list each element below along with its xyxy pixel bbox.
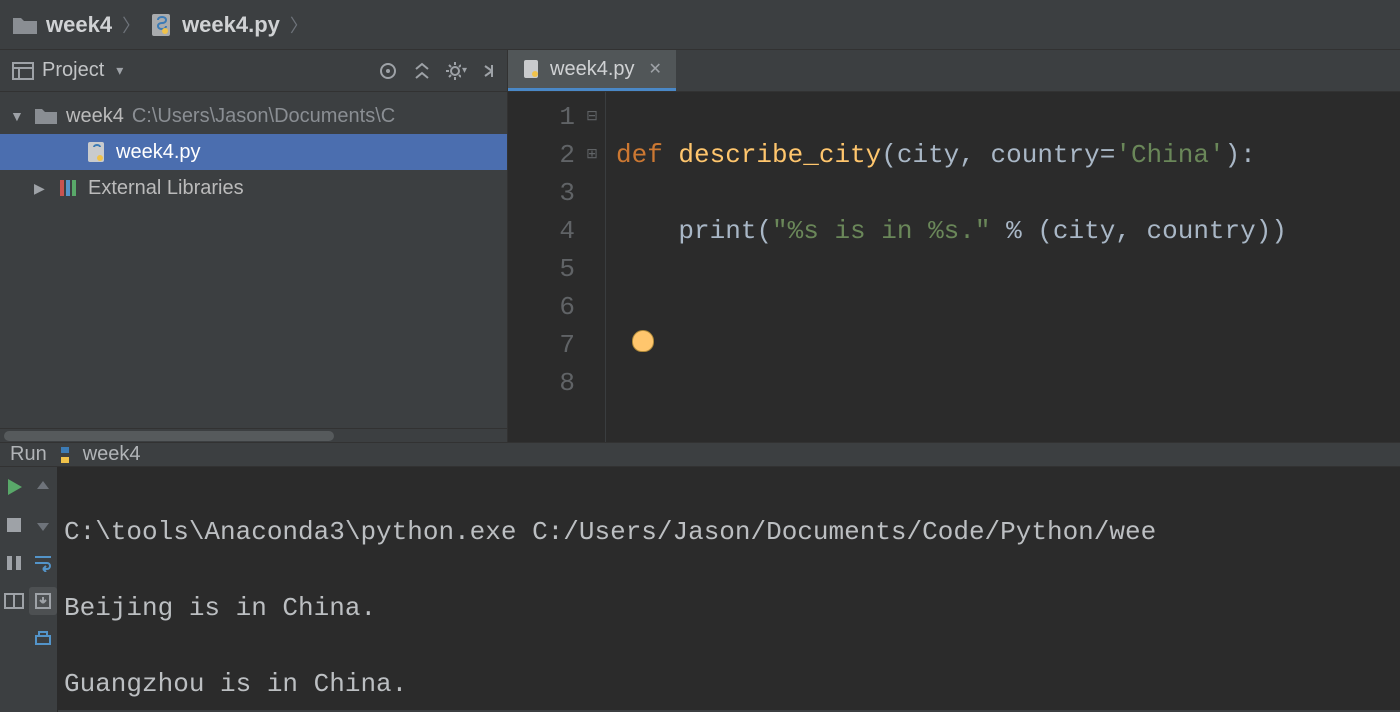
down-stack-icon[interactable] [29, 511, 57, 539]
breadcrumb-file-label: week4.py [182, 12, 280, 38]
editor-area: week4.py ✕ 1 2 3 4 5 6 7 8 ⊟ ⊞ def descr… [508, 50, 1400, 442]
builtin-call: print [678, 216, 756, 246]
folder-icon [12, 14, 38, 36]
layout-button[interactable] [0, 587, 28, 615]
scroll-to-end-icon[interactable] [29, 587, 57, 615]
sidebar-horizontal-scrollbar[interactable] [0, 428, 507, 442]
project-tree: ▼ week4 C:\Users\Jason\Documents\C week4… [0, 92, 507, 212]
pause-button[interactable] [0, 549, 28, 577]
project-sidebar-title: Project [42, 59, 104, 82]
keyword: def [616, 140, 663, 170]
string: 'China' [1115, 140, 1224, 170]
paren: ( [881, 140, 897, 170]
indent [616, 216, 678, 246]
tuple: (city, country)) [1037, 216, 1287, 246]
project-sidebar-header: Project ▾ ▾ [0, 50, 507, 92]
editor-tab-label: week4.py [550, 58, 635, 81]
soft-wrap-icon[interactable] [29, 549, 57, 577]
rerun-button[interactable] [0, 473, 28, 501]
code-editor[interactable]: 1 2 3 4 5 6 7 8 ⊟ ⊞ def describe_city(ci… [508, 92, 1400, 442]
console-line: C:\tools\Anaconda3\python.exe C:/Users/J… [64, 513, 1400, 551]
line-number: 5 [508, 250, 575, 288]
chevron-right-icon: 〉 [120, 12, 142, 38]
close-icon[interactable]: ✕ [649, 59, 662, 79]
up-stack-icon[interactable] [29, 473, 57, 501]
run-panel-body: C:\tools\Anaconda3\python.exe C:/Users/J… [0, 467, 1400, 712]
python-icon [55, 445, 75, 465]
breadcrumb-folder-label: week4 [46, 12, 112, 38]
hide-panel-icon[interactable] [479, 60, 501, 82]
expand-down-icon: ▼ [10, 108, 26, 124]
breadcrumb-file[interactable]: week4.py [150, 12, 280, 38]
run-panel-title: Run [10, 443, 47, 466]
project-view-icon [12, 61, 34, 81]
python-file-icon [522, 59, 542, 79]
tree-root-name: week4 [66, 105, 124, 128]
python-file-icon [150, 13, 174, 37]
tree-file-name: week4.py [116, 141, 201, 164]
run-config-name: week4 [83, 443, 141, 466]
string: "%s is in %s." [772, 216, 990, 246]
collapse-all-icon[interactable] [411, 60, 433, 82]
libraries-icon [58, 178, 80, 198]
run-panel-header: Run week4 [0, 443, 1400, 467]
python-file-icon [86, 141, 108, 163]
stop-button[interactable] [0, 511, 28, 539]
op: = [1100, 140, 1116, 170]
settings-gear-icon[interactable]: ▾ [445, 60, 467, 82]
console-line: Beijing is in China. [64, 589, 1400, 627]
fold-gutter: ⊟ ⊞ [583, 98, 601, 174]
code-content[interactable]: def describe_city(city, country='China')… [606, 92, 1287, 442]
line-number-gutter: 1 2 3 4 5 6 7 8 ⊟ ⊞ [508, 92, 606, 442]
tree-external-libraries[interactable]: ▶ External Libraries [0, 170, 507, 206]
paren: ( [756, 216, 772, 246]
breadcrumb-folder[interactable]: week4 [12, 12, 112, 38]
run-panel-toolbar [0, 467, 58, 712]
scrollbar-thumb[interactable] [4, 431, 334, 441]
op: % [990, 216, 1037, 246]
tree-file-item[interactable]: week4.py [0, 134, 507, 170]
intention-bulb-icon[interactable] [632, 330, 654, 352]
editor-tab[interactable]: week4.py ✕ [508, 50, 676, 91]
locate-icon[interactable] [377, 60, 399, 82]
comma: , [959, 140, 990, 170]
colon: : [1240, 140, 1256, 170]
line-number: 2 [508, 136, 575, 174]
project-view-dropdown[interactable]: ▾ [116, 62, 123, 79]
line-number: 3 [508, 174, 575, 212]
fold-end-icon[interactable]: ⊞ [583, 136, 601, 174]
print-icon[interactable] [29, 625, 57, 653]
work-area: Project ▾ ▾ ▼ week4 C:\Users\Jason\Docum… [0, 50, 1400, 442]
line-number: 4 [508, 212, 575, 250]
line-number: 1 [508, 98, 575, 136]
tree-root-path: C:\Users\Jason\Documents\C [132, 105, 395, 128]
param: city [897, 140, 959, 170]
project-sidebar: Project ▾ ▾ ▼ week4 C:\Users\Jason\Docum… [0, 50, 508, 442]
tree-external-label: External Libraries [88, 177, 244, 200]
function-name: describe_city [678, 140, 881, 170]
editor-tabbar: week4.py ✕ [508, 50, 1400, 92]
fold-start-icon[interactable]: ⊟ [583, 98, 601, 136]
breadcrumb: week4 〉 week4.py 〉 [0, 0, 1400, 50]
param: country [991, 140, 1100, 170]
console-line: Guangzhou is in China. [64, 665, 1400, 703]
run-tool-window: Run week4 C:\tools\Anaconda3\python.exe … [0, 442, 1400, 710]
paren: ) [1225, 140, 1241, 170]
line-number: 8 [508, 364, 575, 402]
chevron-right-icon: 〉 [288, 12, 310, 38]
line-number: 7 [508, 326, 575, 364]
console-output[interactable]: C:\tools\Anaconda3\python.exe C:/Users/J… [58, 467, 1400, 712]
line-number: 6 [508, 288, 575, 326]
folder-icon [34, 106, 58, 126]
tree-root-folder[interactable]: ▼ week4 C:\Users\Jason\Documents\C [0, 98, 507, 134]
expand-right-icon: ▶ [34, 180, 50, 197]
